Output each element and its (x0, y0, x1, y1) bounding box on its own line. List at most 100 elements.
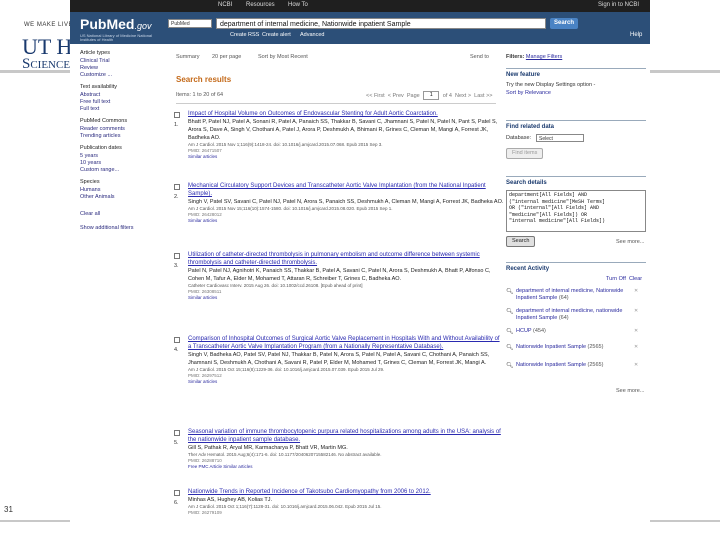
recent-activity-see-more[interactable]: See more... (616, 388, 644, 394)
find-related-title: Find related data (506, 124, 555, 130)
search-details-query[interactable]: department[All Fields] AND ("internal me… (506, 190, 646, 232)
results-divider (176, 103, 496, 104)
filter-item[interactable]: Other Animals (80, 194, 140, 200)
search-button[interactable]: Search (550, 18, 578, 29)
new-feature-divider (506, 68, 646, 69)
ncbi-link[interactable]: NCBI (218, 2, 232, 8)
filter-item[interactable]: Review (80, 65, 140, 71)
search-icon: 🔍︎ (506, 289, 514, 295)
filter-item[interactable]: Humans (80, 187, 140, 193)
recent-activity-label[interactable]: department of internal medicine, Nationw… (516, 288, 628, 302)
recent-activity-label[interactable]: Nationwide Inpatient Sample (2565) (516, 344, 628, 351)
resources-menu[interactable]: Resources (246, 2, 275, 8)
result-number: 4. (174, 347, 179, 353)
filter-item[interactable]: Abstract (80, 92, 140, 98)
filter-item[interactable]: Trending articles (80, 133, 140, 139)
result-title-link[interactable]: Impact of Hospital Volume on Outcomes of… (188, 110, 504, 118)
recent-activity-label[interactable]: HCUP (454) (516, 328, 628, 335)
filter-spacer (70, 201, 140, 211)
sort-dropdown[interactable]: Sort by Most Recent (258, 54, 308, 60)
next-page-link[interactable]: Next > (455, 93, 471, 99)
result-similar-articles-link[interactable]: Similar articles (188, 154, 504, 160)
manage-filters-link[interactable]: Manage Filters (526, 54, 562, 60)
result-title-link[interactable]: Nationwide Trends in Reported Incidence … (188, 488, 504, 496)
page-number-input[interactable]: 1 (423, 91, 440, 100)
find-related-divider (506, 120, 646, 121)
remove-icon[interactable]: ✕ (634, 288, 638, 294)
last-page-link[interactable]: Last >> (474, 93, 492, 99)
how-to-menu[interactable]: How To (288, 2, 308, 8)
filter-item[interactable]: Full text (80, 106, 140, 112)
find-items-button[interactable]: Find items (506, 148, 544, 159)
recent-activity-label[interactable]: department of internal medicine, nationw… (516, 308, 628, 322)
database-label: Database: (506, 135, 532, 141)
remove-icon[interactable]: ✕ (634, 362, 638, 368)
search-icon: 🔍︎ (506, 309, 514, 315)
remove-icon[interactable]: ✕ (634, 344, 638, 350)
result-checkbox[interactable] (174, 337, 180, 343)
prev-page-link[interactable]: < Prev (388, 93, 404, 99)
format-dropdown[interactable]: Summary (176, 54, 200, 60)
new-feature-title: New feature (506, 72, 541, 78)
result-checkbox[interactable] (174, 430, 180, 436)
remove-icon[interactable]: ✕ (634, 308, 638, 314)
filter-item[interactable]: Customize ... (80, 72, 140, 78)
result-authors: Minhas AS, Hughey AB, Kolias TJ. (188, 497, 272, 503)
result-checkbox[interactable] (174, 490, 180, 496)
result-title-link[interactable]: Comparison of Inhospital Outcomes of Sur… (188, 335, 504, 351)
recent-activity-query: HCUP (516, 328, 532, 334)
result-title-link[interactable]: Utilization of catheter-directed thrombo… (188, 251, 504, 267)
first-page-link[interactable]: << First (366, 93, 385, 99)
search-details-button[interactable]: Search (506, 236, 536, 247)
filter-group-heading: Article types (80, 50, 110, 56)
pubmed-logo[interactable]: PubMed.gov (80, 16, 151, 32)
ncbi-top-bar: NCBI Resources How To Sign in to NCBI (70, 0, 650, 12)
sign-in-link[interactable]: Sign in to NCBI (598, 2, 639, 8)
filter-item[interactable]: Custom range... (80, 167, 140, 173)
advanced-search-link[interactable]: Advanced (300, 32, 324, 38)
recent-activity-count: (2565) (587, 362, 604, 368)
remove-icon[interactable]: ✕ (634, 328, 638, 334)
result-similar-articles-link[interactable]: Similar articles (188, 295, 504, 301)
recent-activity-count: (454) (533, 328, 546, 334)
nlm-caption: US National Library of Medicine National… (80, 33, 153, 42)
result-checkbox[interactable] (174, 253, 180, 259)
filter-item[interactable]: Show additional filters (80, 225, 140, 231)
result-title-link[interactable]: Seasonal variation of immune thrombocyto… (188, 428, 504, 444)
filter-group-heading: PubMed Commons (80, 118, 128, 124)
search-input[interactable]: department of internal medicine, Nationw… (216, 18, 546, 29)
result-checkbox[interactable] (174, 112, 180, 118)
filter-item[interactable]: Reader comments (80, 126, 140, 132)
result-body: Mechanical Circulatory Support Devices a… (188, 182, 504, 224)
result-authors: Gill S, Pathak R, Aryal MR, Karmacharya … (188, 445, 348, 451)
result-similar-articles-link[interactable]: Free PMC Article Similar articles (188, 464, 504, 470)
filter-item[interactable]: Clinical Trial (80, 58, 140, 64)
turn-off-link[interactable]: Turn Off (606, 276, 626, 282)
create-alert-link[interactable]: Create alert (262, 32, 291, 38)
result-similar-articles-link[interactable]: Similar articles (188, 218, 504, 224)
search-icon: 🔍︎ (506, 329, 514, 335)
filter-item[interactable]: Clear all (80, 211, 140, 217)
create-rss-link[interactable]: Create RSS (230, 32, 259, 38)
filter-item[interactable]: 10 years (80, 160, 140, 166)
filters-sidebar: Article types Clinical Trial Review Customi… (70, 44, 140, 232)
result-similar-articles-link[interactable]: Similar articles (188, 379, 504, 385)
recent-activity-divider (506, 262, 646, 263)
recent-activity-label[interactable]: Nationwide Inpatient Sample (2565) (516, 362, 628, 369)
slide-page-number: 31 (4, 505, 13, 514)
result-title-link[interactable]: Mechanical Circulatory Support Devices a… (188, 182, 504, 198)
recent-activity-title: Recent Activity (506, 266, 550, 272)
sort-by-relevance-link[interactable]: Sort by Relevance (506, 90, 551, 96)
database-select[interactable]: PubMed (168, 19, 212, 28)
per-page-dropdown[interactable]: 20 per page (212, 54, 241, 60)
send-to-dropdown[interactable]: Send to (470, 54, 489, 60)
search-details-see-more[interactable]: See more... (616, 239, 644, 245)
recent-activity-count: (64) (558, 295, 569, 301)
recent-activity-query: Nationwide Inpatient Sample (516, 362, 587, 368)
related-database-select[interactable]: Select (536, 134, 584, 142)
filter-item[interactable]: Free full text (80, 99, 140, 105)
help-link[interactable]: Help (630, 32, 642, 38)
filter-item[interactable]: 5 years (80, 153, 140, 159)
clear-link[interactable]: Clear (629, 276, 642, 282)
result-checkbox[interactable] (174, 184, 180, 190)
